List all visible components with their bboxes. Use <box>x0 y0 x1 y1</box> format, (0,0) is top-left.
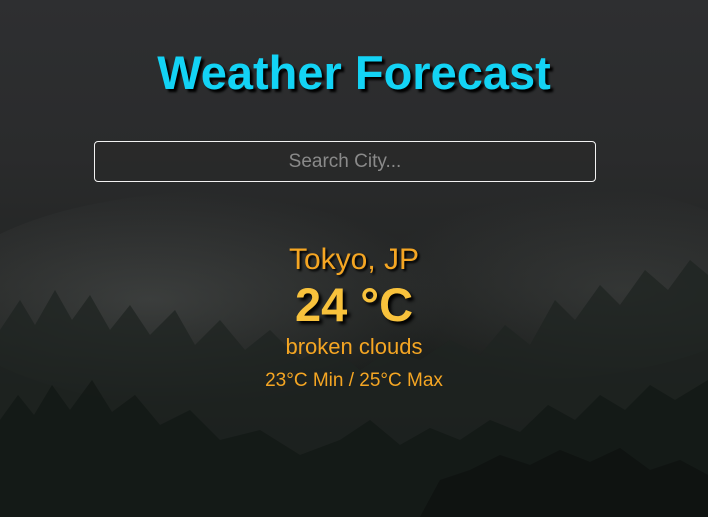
search-city-input[interactable] <box>94 141 596 182</box>
weather-result: Tokyo, JP 24 °C broken clouds 23°C Min /… <box>0 240 708 394</box>
temperature-value: 24 °C <box>294 278 414 331</box>
weather-description: broken clouds <box>285 334 423 359</box>
temperature-range: 23°C Min / 25°C Max <box>265 370 443 391</box>
location-label: Tokyo, JP <box>288 243 420 276</box>
page-title: Weather Forecast <box>157 46 551 99</box>
weather-app: Weather Forecast Tokyo, JP 24 °C broken … <box>0 0 708 517</box>
